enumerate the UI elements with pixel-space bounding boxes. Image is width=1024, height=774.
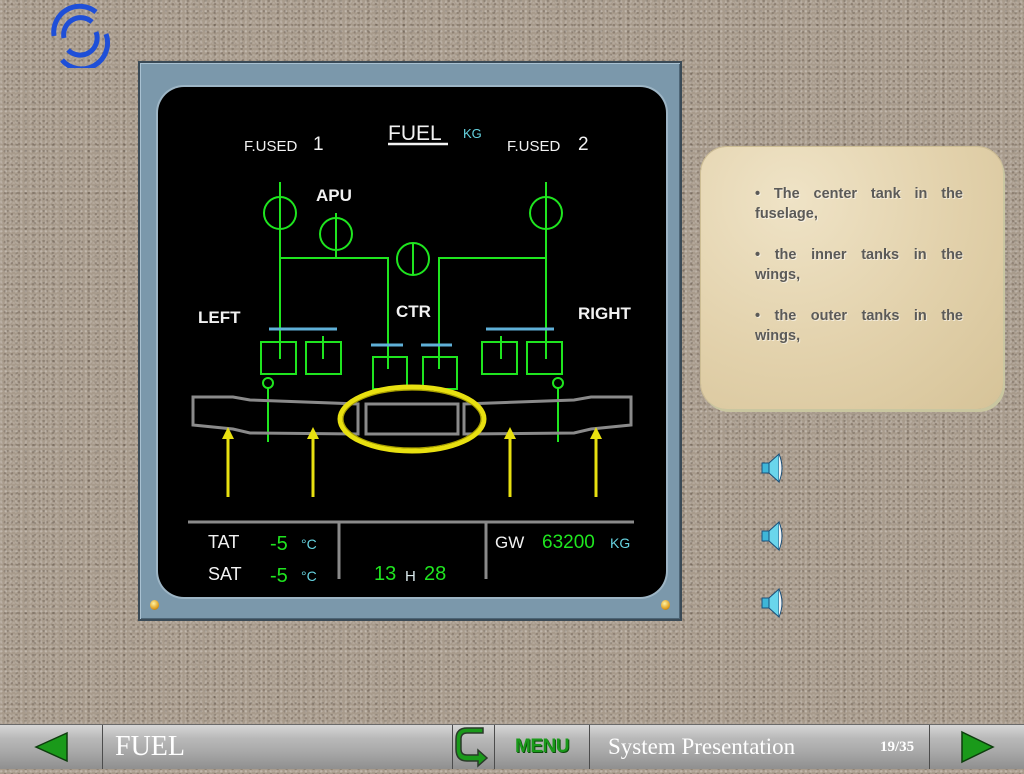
fuel-pumps xyxy=(260,341,563,390)
bezel-screw-icon xyxy=(150,600,159,610)
bezel-screw-icon xyxy=(661,600,670,610)
sat-unit: °C xyxy=(301,568,317,584)
list-item: • the outer tanks in the wings, xyxy=(755,308,963,344)
time-hours: 13 xyxy=(374,563,396,585)
page-indicator: 19/35 xyxy=(880,739,915,755)
apu-label: APU xyxy=(316,186,352,205)
return-arrow-icon xyxy=(455,727,489,768)
gross-weight-value: 63200 xyxy=(542,532,595,553)
menu-button[interactable]: MENU xyxy=(495,725,590,769)
time-minutes: 28 xyxy=(424,563,446,585)
page-title: FUEL xyxy=(388,122,442,145)
gross-weight-label: GW xyxy=(495,533,524,552)
section-title-panel: FUEL xyxy=(103,725,453,769)
left-wing-tanks xyxy=(191,395,360,436)
fuel-used-1-label: F.USED xyxy=(244,138,298,155)
left-transfer-valve-icon xyxy=(262,377,274,389)
fuel-used-2-engine-number: 2 xyxy=(578,134,589,155)
right-wing-tanks xyxy=(462,395,633,436)
previous-page-button[interactable] xyxy=(0,725,103,769)
presentation-subtitle: System Presentation xyxy=(608,734,796,759)
left-inner-tank-arrow-icon xyxy=(307,427,319,497)
bottom-navigation-bar: FUEL MENU System Presentation 19/35 xyxy=(0,724,1024,769)
return-button[interactable] xyxy=(453,725,495,769)
title-unit: KG xyxy=(463,126,482,141)
list-item: • The center tank in the fuselage, xyxy=(755,186,963,222)
next-page-button[interactable] xyxy=(930,725,1024,769)
left-outer-tank-arrow-icon xyxy=(222,427,234,497)
triangle-left-icon xyxy=(34,731,68,763)
right-inner-tank-arrow-icon xyxy=(504,427,516,497)
sat-value: -5 xyxy=(270,565,288,587)
menu-label: MENU xyxy=(515,736,569,757)
tat-unit: °C xyxy=(301,536,317,552)
explanation-card: • The center tank in the fuselage, • the… xyxy=(701,147,1003,409)
list-item: • the inner tanks in the wings, xyxy=(755,247,963,283)
airline-logo-icon xyxy=(51,3,111,68)
time-separator: H xyxy=(405,568,416,585)
sat-label: SAT xyxy=(208,564,242,584)
ecam-display-bezel: FUEL KG F.USED 1 F.USED 2 APU LEFT CTR R… xyxy=(138,61,682,621)
triangle-right-icon xyxy=(961,730,995,764)
tank-description-list: • The center tank in the fuselage, • the… xyxy=(755,184,963,367)
ecam-screen: FUEL KG F.USED 1 F.USED 2 APU LEFT CTR R… xyxy=(158,87,666,597)
fuel-system-diagram: FUEL KG F.USED 1 F.USED 2 APU LEFT CTR R… xyxy=(188,122,634,587)
speaker-icon[interactable] xyxy=(757,451,787,485)
right-outer-tank-arrow-icon xyxy=(590,427,602,497)
fuel-used-2-label: F.USED xyxy=(507,138,561,155)
presentation-info-panel: System Presentation 19/35 xyxy=(590,725,930,769)
right-transfer-valve-icon xyxy=(552,377,564,389)
right-label: RIGHT xyxy=(578,304,632,323)
gross-weight-unit: KG xyxy=(610,535,630,551)
fuel-used-1-engine-number: 1 xyxy=(313,134,324,155)
center-tank xyxy=(364,402,460,436)
center-tank-highlight-ring xyxy=(337,384,487,454)
speaker-icon[interactable] xyxy=(757,586,787,620)
section-title: FUEL xyxy=(115,731,185,762)
speaker-icon[interactable] xyxy=(757,519,787,553)
center-label: CTR xyxy=(396,302,431,321)
tat-value: -5 xyxy=(270,533,288,555)
left-label: LEFT xyxy=(198,308,241,327)
tat-label: TAT xyxy=(208,532,239,552)
